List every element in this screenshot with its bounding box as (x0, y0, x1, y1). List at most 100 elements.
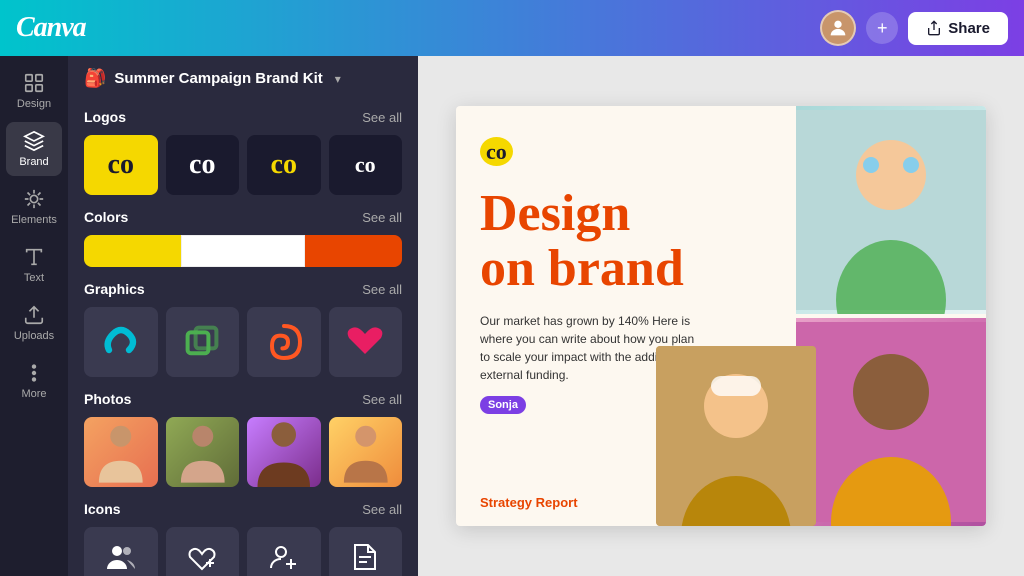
sidebar-item-more[interactable]: More (6, 354, 62, 408)
text-icon (23, 246, 45, 268)
overlap-person (656, 346, 816, 526)
logo-text-3: co (271, 149, 297, 181)
colors-see-all[interactable]: See all (362, 210, 402, 225)
card-right (796, 106, 986, 526)
sidebar-item-brand[interactable]: Brand (6, 122, 62, 176)
logo-item-2[interactable]: co (166, 135, 240, 195)
logo-item-3[interactable]: co (247, 135, 321, 195)
kit-name: Summer Campaign Brand Kit (114, 70, 322, 87)
icons-grid (84, 527, 402, 576)
photos-grid (84, 417, 402, 487)
graphic-item-4[interactable] (329, 307, 403, 377)
photos-section-header: Photos See all (84, 391, 402, 407)
layout-icon (23, 72, 45, 94)
logo-symbol: co (480, 137, 513, 166)
elements-icon (23, 188, 45, 210)
avatar[interactable] (820, 10, 856, 46)
photo-bottom-person (796, 318, 986, 526)
icons-section-header: Icons See all (84, 501, 402, 517)
graphic-item-1[interactable] (84, 307, 158, 377)
colors-section-header: Colors See all (84, 209, 402, 225)
logo-item-1[interactable]: co (84, 135, 158, 195)
logos-grid: co co co co (84, 135, 402, 195)
sidebar-item-text-label: Text (24, 272, 44, 284)
photo-item-3[interactable] (247, 417, 321, 487)
spiral-graphic (260, 318, 308, 366)
cursor-label: Sonja (480, 396, 526, 414)
sidebar-item-design[interactable]: Design (6, 64, 62, 118)
card-photo-top (796, 106, 986, 314)
design-card: co Design on brand Our market has grown … (456, 106, 986, 526)
graphics-section-header: Graphics See all (84, 281, 402, 297)
share-button[interactable]: Share (908, 12, 1008, 45)
share-icon (926, 20, 942, 36)
people-add-icon (268, 541, 300, 573)
photo-item-4[interactable] (329, 417, 403, 487)
main-area: Design Brand Elements Text Uploads (0, 56, 1024, 576)
card-footer: Strategy Report (480, 495, 578, 510)
icons-title: Icons (84, 501, 121, 517)
logo-text-2: co (189, 149, 215, 181)
topbar-right: + Share (820, 10, 1008, 46)
color-white[interactable] (181, 235, 305, 267)
photo-person-2 (166, 417, 240, 487)
logo-text-4: co (355, 152, 376, 178)
photo-top-person (796, 106, 986, 314)
icons-see-all[interactable]: See all (362, 502, 402, 517)
uploads-icon (23, 304, 45, 326)
card-headline: Design on brand (480, 187, 772, 296)
logos-title: Logos (84, 109, 126, 125)
photo-person-4 (329, 417, 403, 487)
graphics-grid (84, 307, 402, 377)
graphics-see-all[interactable]: See all (362, 282, 402, 297)
sidebar-item-elements[interactable]: Elements (6, 180, 62, 234)
icon-item-heart[interactable] (166, 527, 240, 576)
brand-panel: 🎒 Summer Campaign Brand Kit ▾ Logos See … (68, 56, 418, 576)
graphics-title: Graphics (84, 281, 145, 297)
topbar: Canva + Share (0, 0, 1024, 56)
icon-item-person[interactable] (84, 527, 158, 576)
canva-logo[interactable]: Canva (16, 12, 86, 44)
canvas-area[interactable]: co Design on brand Our market has grown … (418, 56, 1024, 576)
kit-icon: 🎒 (84, 68, 106, 89)
graphic-item-3[interactable] (247, 307, 321, 377)
card-logo: co (480, 130, 772, 167)
dropdown-chevron-icon: ▾ (335, 72, 341, 86)
photo-person-1 (84, 417, 158, 487)
color-yellow[interactable] (84, 235, 181, 267)
icon-item-file[interactable] (329, 527, 403, 576)
photo-person-3 (247, 417, 321, 487)
heart-add-icon (186, 541, 218, 573)
photo-item-2[interactable] (166, 417, 240, 487)
add-collaborator-button[interactable]: + (866, 12, 898, 44)
logos-section-header: Logos See all (84, 109, 402, 125)
sidebar-item-text[interactable]: Text (6, 238, 62, 292)
card-photo-bottom (796, 318, 986, 526)
cube-graphic (178, 318, 226, 366)
graphic-item-2[interactable] (166, 307, 240, 377)
icon-sidebar: Design Brand Elements Text Uploads (0, 56, 68, 576)
colors-bar[interactable] (84, 235, 402, 267)
icon-item-people-add[interactable] (247, 527, 321, 576)
photos-title: Photos (84, 391, 131, 407)
more-icon (23, 362, 45, 384)
panel-header[interactable]: 🎒 Summer Campaign Brand Kit ▾ (84, 68, 402, 93)
color-orange[interactable] (305, 235, 402, 267)
headline-line1: Design (480, 185, 630, 242)
headline-line2: on brand (480, 240, 684, 297)
person-group-icon (105, 541, 137, 573)
sidebar-item-uploads[interactable]: Uploads (6, 296, 62, 350)
sidebar-item-brand-label: Brand (19, 156, 48, 168)
logo-text-1: co (108, 149, 134, 181)
sidebar-item-elements-label: Elements (11, 214, 57, 226)
photo-item-1[interactable] (84, 417, 158, 487)
file-icon (349, 541, 381, 573)
staple-graphic (97, 318, 145, 366)
logo-item-4[interactable]: co (329, 135, 403, 195)
share-label: Share (948, 20, 990, 37)
brand-icon (23, 130, 45, 152)
colors-title: Colors (84, 209, 128, 225)
sidebar-item-design-label: Design (17, 98, 51, 110)
photos-see-all[interactable]: See all (362, 392, 402, 407)
logos-see-all[interactable]: See all (362, 110, 402, 125)
